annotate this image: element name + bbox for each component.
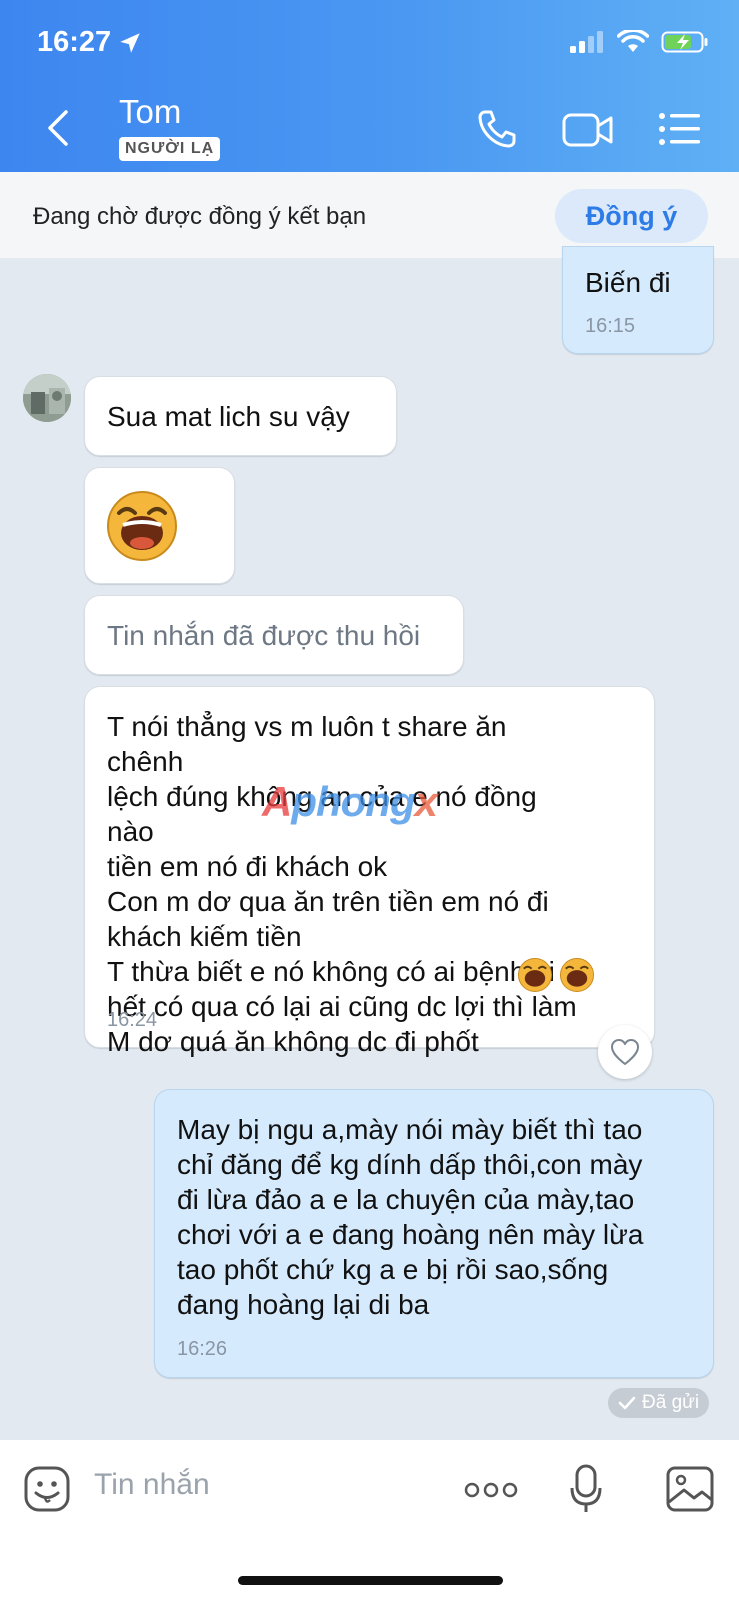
accept-friend-button[interactable]: Đồng ý — [555, 189, 708, 243]
message-bubble-outgoing[interactable]: Biến đi 16:15 — [562, 246, 714, 354]
contact-name[interactable]: Tom — [119, 93, 181, 131]
laughing-emoji-icon — [517, 957, 553, 998]
more-dots-icon — [464, 1482, 518, 1498]
message-bubble-incoming[interactable]: T nói thẳng vs m luôn t share ăn chênh l… — [84, 686, 655, 1057]
chevron-left-icon — [48, 110, 68, 146]
more-options-button[interactable] — [464, 1482, 518, 1503]
message-time: 16:24 — [107, 1009, 158, 1031]
message-bubble-incoming[interactable]: Sua mat lich su vậy — [84, 376, 397, 456]
phone-icon — [478, 110, 516, 148]
home-indicator — [238, 1576, 503, 1585]
sent-status-badge: Đã gửi — [608, 1388, 710, 1418]
message-text: Sua mat lich su vậy — [107, 401, 350, 432]
heart-outline-icon — [611, 1039, 639, 1065]
voice-message-button[interactable] — [570, 1464, 602, 1519]
voice-call-button[interactable] — [476, 108, 518, 155]
status-indicators — [569, 30, 709, 54]
stranger-badge: NGƯỜI LẠ — [119, 137, 221, 161]
clock-text: 16:27 — [37, 26, 112, 58]
checkmark-icon — [618, 1396, 636, 1410]
laughing-emoji-icon — [559, 957, 595, 998]
emoji-sticker-icon — [24, 1466, 70, 1512]
message-input[interactable]: Tin nhắn — [94, 1468, 210, 1502]
message-text: May bị ngu a,mày nói mày biết thì tao ch… — [177, 1114, 644, 1320]
react-like-button[interactable] — [598, 1025, 652, 1079]
video-camera-icon — [562, 113, 613, 147]
contact-avatar[interactable] — [23, 374, 71, 422]
send-image-button[interactable] — [666, 1466, 714, 1517]
signal-icon — [570, 31, 603, 53]
chat-header: 16:27 Tom NGƯỜI LẠ — [0, 0, 739, 172]
sent-status-text: Đã gửi — [642, 1392, 700, 1413]
message-text: Biến đi — [585, 267, 671, 298]
message-bubble-outgoing[interactable]: May bị ngu a,mày nói mày biết thì tao ch… — [154, 1089, 714, 1378]
back-button[interactable] — [38, 106, 78, 150]
location-arrow-icon — [120, 32, 140, 53]
message-text: T nói thẳng vs m luôn t share ăn chênh l… — [107, 711, 577, 1057]
sticker-message[interactable] — [84, 467, 235, 584]
microphone-icon — [570, 1464, 602, 1512]
video-call-button[interactable] — [562, 110, 614, 155]
laughing-face-icon — [107, 491, 177, 561]
recalled-message[interactable]: Tin nhắn đã được thu hồi — [84, 595, 464, 675]
message-time: 16:26 — [177, 1338, 228, 1360]
avatar-photo — [23, 374, 71, 422]
message-composer: Tin nhắn — [0, 1440, 739, 1600]
wifi-icon — [617, 30, 649, 52]
emoji-button[interactable] — [24, 1466, 70, 1517]
friend-request-text: Đang chờ được đồng ý kết bạn — [33, 203, 367, 230]
watermark-logo: Aphongx — [262, 778, 438, 825]
image-gallery-icon — [666, 1466, 714, 1512]
recalled-message-text: Tin nhắn đã được thu hồi — [107, 620, 421, 651]
list-menu-icon — [659, 113, 700, 145]
status-time: 16:27 — [37, 26, 143, 59]
options-menu-button[interactable] — [658, 112, 702, 151]
battery-charging-icon — [661, 31, 708, 53]
message-time: 16:15 — [585, 315, 636, 337]
